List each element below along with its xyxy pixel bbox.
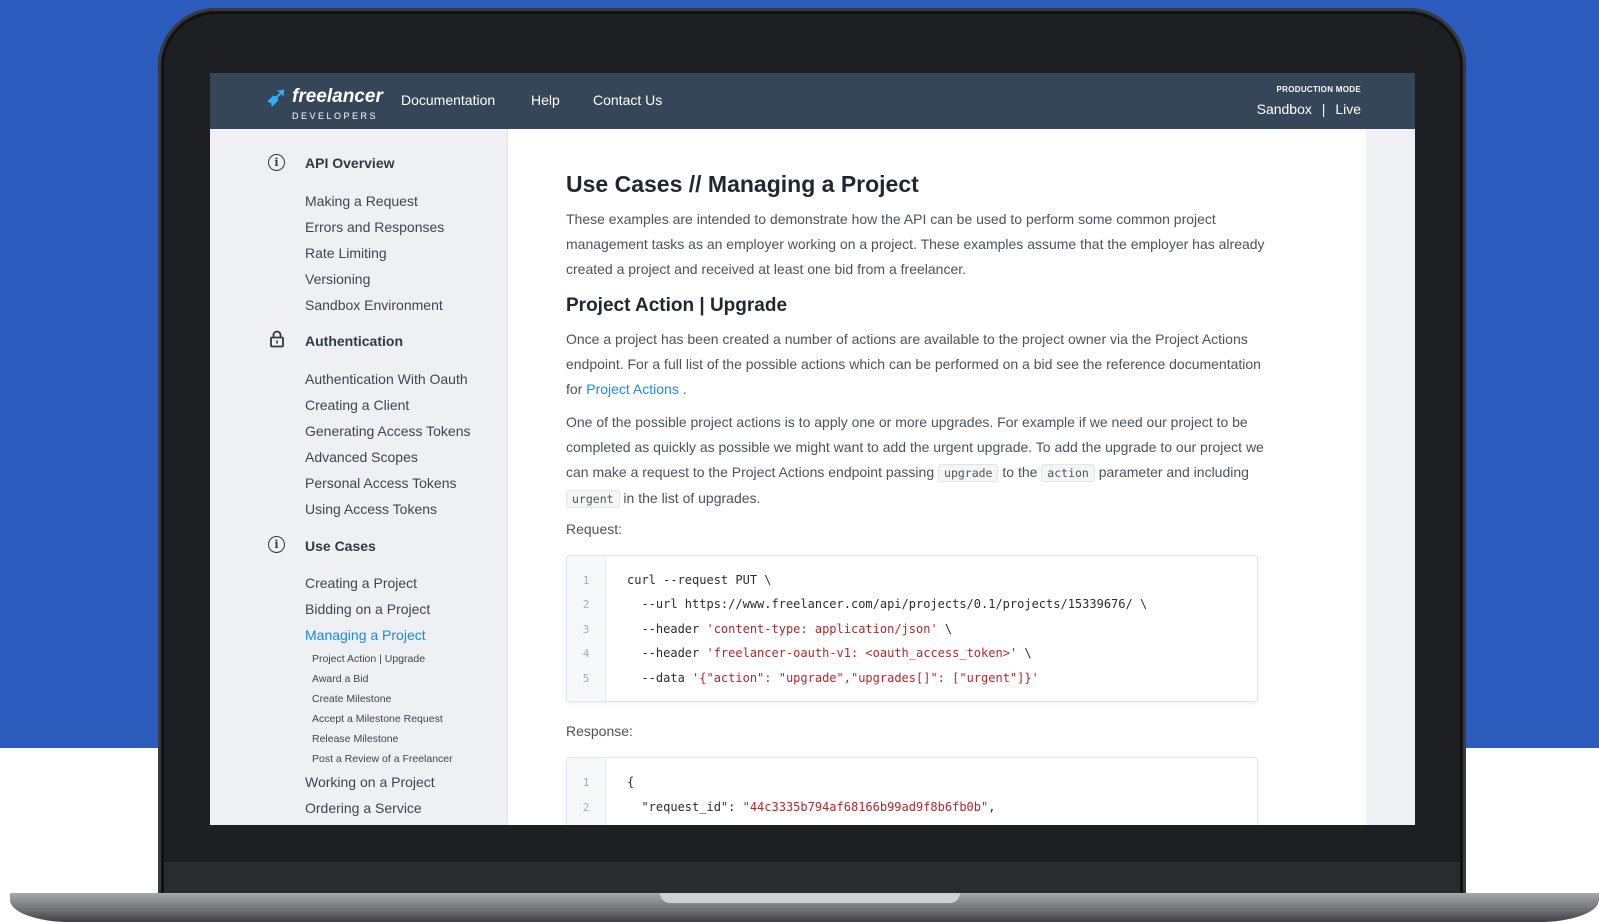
sidebar-item-versioning[interactable]: Versioning	[305, 271, 370, 287]
intro-paragraph: These examples are intended to demonstra…	[566, 211, 1265, 277]
sidebar-subitem-award-a-bid[interactable]: Award a Bid	[312, 673, 368, 685]
code-line: --header 'freelancer-oauth-v1: <oauth_ac…	[627, 646, 1032, 660]
logo-subtitle: DEVELOPERS	[292, 111, 379, 121]
code-plain: {	[627, 775, 635, 789]
line-number: 2	[582, 801, 590, 814]
paragraph-text: in the list of upgrades.	[619, 490, 761, 506]
code-string: 'content-type: application/json'	[706, 622, 938, 636]
paragraph-text: to the	[998, 464, 1042, 480]
main-content: Use Cases // Managing a Project These ex…	[508, 129, 1366, 825]
code-string: '{"action": "upgrade","upgrades[]": ["ur…	[692, 671, 1039, 685]
request-code-block[interactable]: 1 2 3 4 5 curl --request PUT \ --url htt…	[566, 555, 1258, 702]
sidebar-section-authentication[interactable]: Authentication	[305, 333, 403, 349]
paragraph-text: parameter and including	[1094, 464, 1249, 480]
line-number: 1	[582, 574, 590, 587]
line-number: 4	[582, 647, 590, 660]
nav-help[interactable]: Help	[531, 92, 560, 108]
sidebar-item-rate-limiting[interactable]: Rate Limiting	[305, 245, 387, 261]
paragraph-text: .	[678, 381, 687, 397]
inline-code-action: action	[1041, 464, 1095, 482]
code-plain: "request_id":	[627, 800, 743, 814]
code-plain: --url https://www.freelancer.com/api/pro…	[627, 597, 1148, 611]
code-plain: \	[937, 622, 953, 636]
mode-switch: Sandbox | Live	[1257, 101, 1361, 117]
code-string: 'freelancer-oauth-v1: <oauth_access_toke…	[706, 646, 1018, 660]
sidebar-item-authentication-with-oauth[interactable]: Authentication With Oauth	[305, 371, 468, 387]
line-number: 1	[582, 776, 590, 789]
project-actions-link[interactable]: Project Actions	[586, 381, 679, 397]
code-plain: --header	[627, 622, 707, 636]
sidebar-item-ordering-a-service[interactable]: Ordering a Service	[305, 800, 422, 816]
mode-separator: |	[1321, 101, 1326, 117]
sidebar-subitem-post-a-review[interactable]: Post a Review of a Freelancer	[312, 753, 453, 765]
response-code-block[interactable]: 1 2 { "request_id": "44c3335b794af68166b…	[566, 757, 1258, 825]
line-number: 5	[582, 672, 590, 685]
sidebar-item-advanced-scopes[interactable]: Advanced Scopes	[305, 449, 418, 465]
sidebar-subitem-release-milestone[interactable]: Release Milestone	[312, 733, 398, 745]
code-line: curl --request PUT \	[627, 573, 772, 587]
inline-code-urgent: urgent	[566, 490, 620, 508]
mode-live-link[interactable]: Live	[1335, 101, 1361, 117]
sidebar-item-using-access-tokens[interactable]: Using Access Tokens	[305, 501, 437, 517]
line-number: 2	[582, 598, 590, 611]
response-label: Response:	[566, 723, 633, 739]
paragraph-upgrade: One of the possible project actions is t…	[566, 410, 1266, 512]
bird-icon: ➹	[266, 81, 288, 111]
nav-contact-us[interactable]: Contact Us	[593, 92, 662, 108]
sidebar-item-generating-access-tokens[interactable]: Generating Access Tokens	[305, 423, 471, 439]
sidebar-item-managing-a-project[interactable]: Managing a Project	[305, 627, 426, 643]
nav-documentation[interactable]: Documentation	[401, 92, 495, 108]
inline-code-upgrade: upgrade	[938, 464, 999, 482]
info-icon: i	[268, 536, 285, 553]
sidebar-item-making-a-request[interactable]: Making a Request	[305, 193, 418, 209]
code-line: "request_id": "44c3335b794af68166b99ad9f…	[627, 800, 995, 814]
mode-sandbox-link[interactable]: Sandbox	[1257, 101, 1312, 117]
code-line: {	[627, 775, 634, 789]
code-plain: \	[1017, 646, 1032, 660]
code-plain: --data	[627, 671, 693, 685]
page-title: Use Cases // Managing a Project	[566, 171, 919, 197]
sidebar-item-creating-a-client[interactable]: Creating a Client	[305, 397, 409, 413]
code-line: --header 'content-type: application/json…	[627, 622, 952, 636]
code-plain: curl --request PUT \	[627, 573, 772, 587]
logo-word: freelancer	[292, 86, 383, 107]
sidebar-subitem-project-action-upgrade[interactable]: Project Action | Upgrade	[312, 653, 425, 665]
line-number-gutter	[567, 758, 606, 825]
sidebar-item-creating-a-project[interactable]: Creating a Project	[305, 575, 417, 591]
code-plain: ,	[988, 800, 996, 814]
sidebar-item-personal-access-tokens[interactable]: Personal Access Tokens	[305, 475, 457, 491]
laptop-screen: ➹ freelancer DEVELOPERS Documentation He…	[210, 73, 1415, 825]
code-line: --data '{"action": "upgrade","upgrades[]…	[627, 671, 1039, 685]
freelancer-logo[interactable]: ➹ freelancer DEVELOPERS	[266, 81, 386, 121]
code-string: "44c3335b794af68166b99ad9f8b6fb0b"	[742, 800, 989, 814]
top-navigation: ➹ freelancer DEVELOPERS Documentation He…	[210, 73, 1415, 129]
laptop-notch	[660, 893, 960, 903]
sidebar-subitem-accept-milestone-request[interactable]: Accept a Milestone Request	[312, 713, 443, 725]
request-label: Request:	[566, 521, 623, 537]
sidebar-section-api-overview[interactable]: API Overview	[305, 155, 395, 171]
sidebar-item-sandbox-environment[interactable]: Sandbox Environment	[305, 297, 443, 313]
lock-icon	[268, 330, 286, 348]
line-number: 3	[582, 623, 590, 636]
sidebar-section-use-cases[interactable]: Use Cases	[305, 538, 376, 554]
production-mode-label: PRODUCTION MODE	[1276, 85, 1361, 94]
code-plain: --header	[627, 646, 707, 660]
section-heading-project-action-upgrade: Project Action | Upgrade	[566, 295, 788, 316]
sidebar-item-working-on-a-project[interactable]: Working on a Project	[305, 774, 435, 790]
sidebar-item-bidding-on-a-project[interactable]: Bidding on a Project	[305, 601, 430, 617]
sidebar-subitem-create-milestone[interactable]: Create Milestone	[312, 693, 391, 705]
paragraph-project-actions: Once a project has been created a number…	[566, 327, 1266, 402]
sidebar-item-errors-and-responses[interactable]: Errors and Responses	[305, 219, 444, 235]
sidebar: i API Overview Making a Request Errors a…	[210, 129, 508, 825]
code-line: --url https://www.freelancer.com/api/pro…	[627, 597, 1147, 611]
info-icon: i	[268, 154, 285, 171]
